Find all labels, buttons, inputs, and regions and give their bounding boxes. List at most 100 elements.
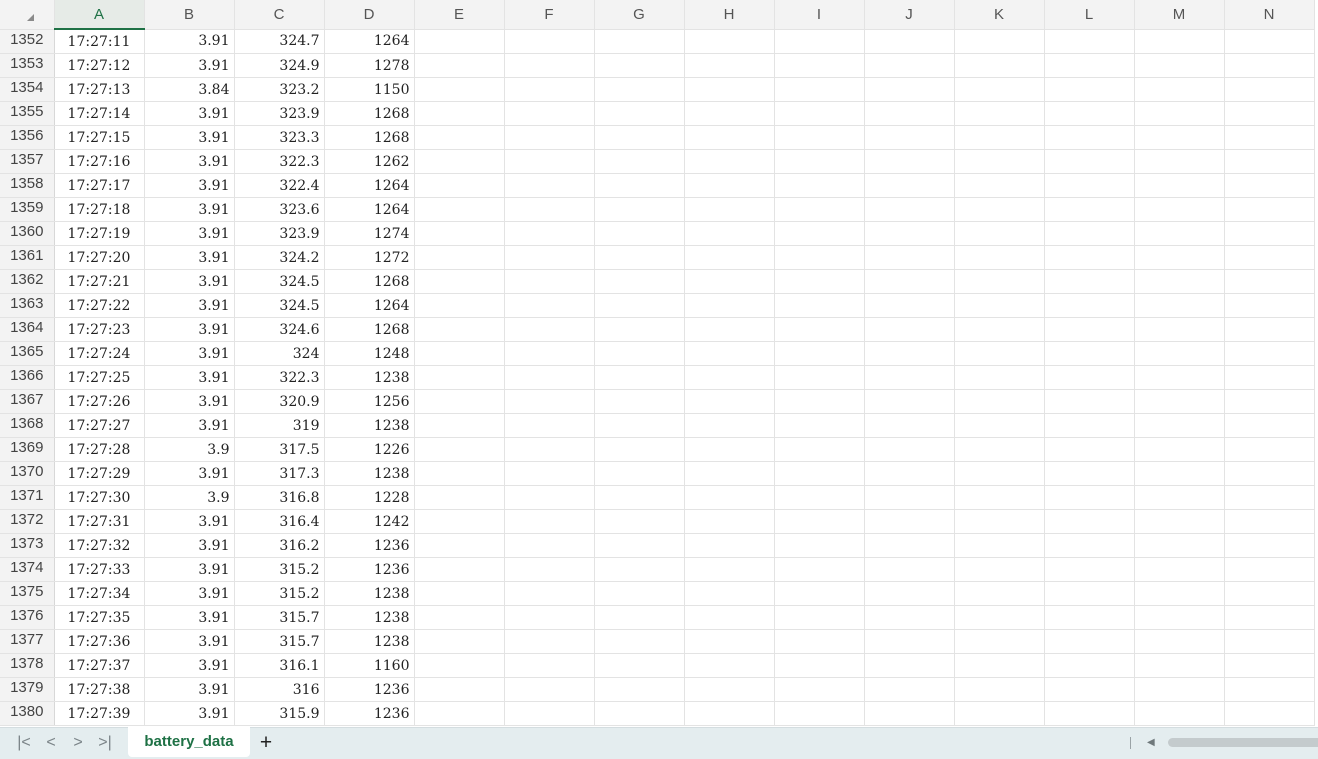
empty-cell[interactable] xyxy=(954,293,1045,318)
empty-cell[interactable] xyxy=(594,677,685,702)
add-sheet-button[interactable]: + xyxy=(256,731,276,755)
empty-cell[interactable] xyxy=(1134,77,1225,102)
cell-value-c[interactable]: 316.8 xyxy=(234,485,325,510)
empty-cell[interactable] xyxy=(1224,413,1315,438)
cell-time[interactable]: 17:27:30 xyxy=(54,485,145,510)
empty-cell[interactable] xyxy=(954,365,1045,390)
empty-cell[interactable] xyxy=(684,29,775,54)
empty-cell[interactable] xyxy=(1044,389,1135,414)
empty-cell[interactable] xyxy=(504,197,595,222)
cell-value-d[interactable]: 1268 xyxy=(324,269,415,294)
horizontal-scrollbar[interactable] xyxy=(1168,738,1318,747)
cell-voltage[interactable]: 3.91 xyxy=(144,53,235,78)
empty-cell[interactable] xyxy=(1224,509,1315,534)
row-header[interactable]: 1363 xyxy=(0,293,55,318)
empty-cell[interactable] xyxy=(1224,149,1315,174)
empty-cell[interactable] xyxy=(684,389,775,414)
cell-value-d[interactable]: 1238 xyxy=(324,629,415,654)
empty-cell[interactable] xyxy=(414,173,505,198)
cell-voltage[interactable]: 3.91 xyxy=(144,197,235,222)
empty-cell[interactable] xyxy=(954,413,1045,438)
empty-cell[interactable] xyxy=(1134,125,1225,150)
row-header[interactable]: 1361 xyxy=(0,245,55,270)
empty-cell[interactable] xyxy=(504,605,595,630)
cell-time[interactable]: 17:27:37 xyxy=(54,653,145,678)
empty-cell[interactable] xyxy=(1044,317,1135,342)
empty-cell[interactable] xyxy=(414,389,505,414)
empty-cell[interactable] xyxy=(774,581,865,606)
empty-cell[interactable] xyxy=(684,269,775,294)
empty-cell[interactable] xyxy=(594,29,685,54)
empty-cell[interactable] xyxy=(954,509,1045,534)
empty-cell[interactable] xyxy=(1134,485,1225,510)
empty-cell[interactable] xyxy=(414,269,505,294)
empty-cell[interactable] xyxy=(684,557,775,582)
empty-cell[interactable] xyxy=(594,173,685,198)
empty-cell[interactable] xyxy=(1134,437,1225,462)
empty-cell[interactable] xyxy=(774,77,865,102)
empty-cell[interactable] xyxy=(684,533,775,558)
empty-cell[interactable] xyxy=(594,77,685,102)
cell-voltage[interactable]: 3.91 xyxy=(144,173,235,198)
cell-time[interactable]: 17:27:21 xyxy=(54,269,145,294)
empty-cell[interactable] xyxy=(414,581,505,606)
empty-cell[interactable] xyxy=(1134,701,1225,726)
row-header[interactable]: 1368 xyxy=(0,413,55,438)
column-header-l[interactable]: L xyxy=(1044,0,1135,30)
empty-cell[interactable] xyxy=(864,293,955,318)
empty-cell[interactable] xyxy=(414,605,505,630)
empty-cell[interactable] xyxy=(954,197,1045,222)
cell-value-d[interactable]: 1268 xyxy=(324,317,415,342)
spreadsheet-grid[interactable]: ABCDEFGHIJKLMN 1352 17:27:11 3.91 324.7 1264… xyxy=(0,0,1318,727)
empty-cell[interactable] xyxy=(1044,29,1135,54)
empty-cell[interactable] xyxy=(684,317,775,342)
empty-cell[interactable] xyxy=(1044,245,1135,270)
empty-cell[interactable] xyxy=(774,29,865,54)
empty-cell[interactable] xyxy=(774,53,865,78)
empty-cell[interactable] xyxy=(774,437,865,462)
empty-cell[interactable] xyxy=(1044,509,1135,534)
empty-cell[interactable] xyxy=(1134,365,1225,390)
cell-value-c[interactable]: 324.7 xyxy=(234,29,325,54)
cell-value-c[interactable]: 323.3 xyxy=(234,125,325,150)
empty-cell[interactable] xyxy=(1044,221,1135,246)
cell-value-c[interactable]: 323.9 xyxy=(234,101,325,126)
cell-voltage[interactable]: 3.91 xyxy=(144,245,235,270)
empty-cell[interactable] xyxy=(864,149,955,174)
cell-value-d[interactable]: 1238 xyxy=(324,461,415,486)
empty-cell[interactable] xyxy=(414,677,505,702)
empty-cell[interactable] xyxy=(1134,557,1225,582)
empty-cell[interactable] xyxy=(1044,125,1135,150)
empty-cell[interactable] xyxy=(1044,341,1135,366)
last-sheet-icon[interactable]: >| xyxy=(94,732,116,754)
empty-cell[interactable] xyxy=(684,101,775,126)
empty-cell[interactable] xyxy=(864,653,955,678)
empty-cell[interactable] xyxy=(414,341,505,366)
empty-cell[interactable] xyxy=(954,461,1045,486)
empty-cell[interactable] xyxy=(684,701,775,726)
empty-cell[interactable] xyxy=(774,389,865,414)
empty-cell[interactable] xyxy=(1134,605,1225,630)
empty-cell[interactable] xyxy=(1134,293,1225,318)
empty-cell[interactable] xyxy=(1134,389,1225,414)
empty-cell[interactable] xyxy=(1224,557,1315,582)
empty-cell[interactable] xyxy=(684,125,775,150)
cell-value-d[interactable]: 1264 xyxy=(324,173,415,198)
empty-cell[interactable] xyxy=(864,629,955,654)
cell-value-d[interactable]: 1268 xyxy=(324,125,415,150)
empty-cell[interactable] xyxy=(594,461,685,486)
empty-cell[interactable] xyxy=(1134,29,1225,54)
empty-cell[interactable] xyxy=(1134,629,1225,654)
empty-cell[interactable] xyxy=(1044,653,1135,678)
empty-cell[interactable] xyxy=(954,629,1045,654)
empty-cell[interactable] xyxy=(684,197,775,222)
empty-cell[interactable] xyxy=(594,509,685,534)
empty-cell[interactable] xyxy=(594,149,685,174)
empty-cell[interactable] xyxy=(774,557,865,582)
cell-time[interactable]: 17:27:19 xyxy=(54,221,145,246)
cell-time[interactable]: 17:27:18 xyxy=(54,197,145,222)
cell-value-d[interactable]: 1264 xyxy=(324,29,415,54)
cell-value-c[interactable]: 323.2 xyxy=(234,77,325,102)
empty-cell[interactable] xyxy=(864,269,955,294)
empty-cell[interactable] xyxy=(1044,701,1135,726)
